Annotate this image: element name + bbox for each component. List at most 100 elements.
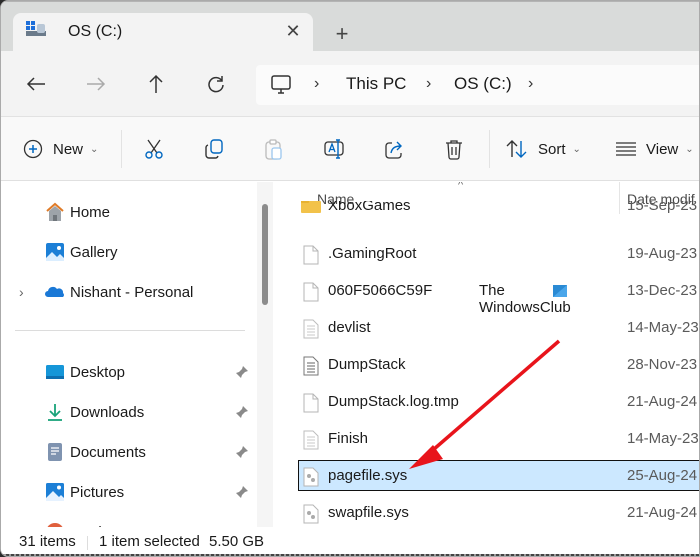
sidebar-item-label: Gallery [70, 243, 118, 261]
chevron-down-icon: ⌄ [572, 143, 581, 155]
status-bar: 31 items 1 item selected 5.50 GB [1, 527, 699, 556]
chevron-right-icon[interactable]: › [528, 75, 533, 93]
watermark-logo-icon [553, 285, 567, 297]
file-date: 21-Aug-24 [627, 504, 698, 521]
sidebar-item-label: Pictures [70, 483, 125, 501]
file-row-selected[interactable]: pagefile.sys 25-Aug-24 [273, 459, 699, 493]
sidebar-item-label: Nishant - Personal [70, 283, 194, 301]
file-name: .GamingRoot [328, 245, 417, 262]
copy-icon [205, 139, 223, 159]
toolbar-divider [121, 130, 122, 168]
file-icon [303, 282, 319, 302]
breadcrumb-this-pc[interactable]: This PC [346, 74, 406, 94]
file-row[interactable]: DumpStack 28-Nov-23 [273, 348, 699, 382]
sidebar-item-home[interactable]: Home [1, 195, 256, 229]
rename-button[interactable] [323, 133, 347, 165]
file-name: Finish [328, 430, 369, 447]
file-icon [303, 393, 319, 413]
navigation-pane: Home Gallery › Nishant - Personal Deskto… [1, 182, 273, 541]
file-date: 14-May-23 [627, 430, 699, 447]
file-row[interactable]: .GamingRoot 19-Aug-23 [273, 237, 699, 271]
chevron-right-icon[interactable]: › [314, 75, 319, 93]
file-row[interactable]: DumpStack.log.tmp 21-Aug-24 [273, 385, 699, 419]
sidebar-item-desktop[interactable]: Desktop [1, 355, 256, 389]
close-icon[interactable]: ✕ [281, 19, 305, 43]
file-row[interactable]: Finish 14-May-23 [273, 422, 699, 456]
pin-icon[interactable] [235, 485, 249, 499]
home-icon [46, 202, 64, 221]
rename-icon [324, 139, 344, 159]
refresh-icon [208, 76, 224, 93]
file-name: 060F5066C59F [328, 282, 433, 299]
list-view-icon [616, 142, 636, 156]
new-button[interactable]: New ⌄ [23, 133, 98, 165]
text-file-icon [303, 356, 319, 376]
copy-button[interactable] [203, 133, 225, 165]
file-name: DumpStack [328, 356, 406, 373]
delete-button[interactable] [443, 133, 465, 165]
pictures-icon [46, 483, 64, 501]
watermark-line-2: WindowsClub [479, 299, 571, 316]
sidebar-scrollbar-thumb[interactable] [262, 204, 268, 305]
tab-os-c[interactable]: OS (C:) ✕ [13, 13, 313, 53]
file-date: 25-Aug-24 [627, 467, 698, 484]
file-name: swapfile.sys [328, 504, 409, 521]
share-icon [385, 141, 402, 159]
up-button[interactable] [141, 69, 171, 99]
sort-icon [506, 140, 527, 158]
arrow-left-icon [26, 77, 45, 91]
back-button[interactable] [21, 69, 51, 99]
sidebar-item-onedrive[interactable]: › Nishant - Personal [1, 275, 256, 309]
pin-icon[interactable] [235, 365, 249, 379]
text-file-icon [303, 319, 319, 339]
breadcrumb-os-c[interactable]: OS (C:) [454, 74, 512, 94]
plus-circle-icon [23, 139, 43, 159]
file-name: pagefile.sys [328, 467, 408, 484]
onedrive-cloud-icon [45, 286, 64, 297]
chevron-right-icon[interactable]: › [19, 284, 24, 300]
tab-bar: OS (C:) ✕ + [1, 1, 699, 53]
sort-button[interactable]: Sort ⌄ [506, 133, 581, 165]
file-row[interactable]: swapfile.sys 21-Aug-24 [273, 496, 699, 527]
file-explorer-window: OS (C:) ✕ + › This PC › OS (C:) › New ⌄ … [0, 0, 700, 557]
gallery-icon [46, 243, 64, 261]
cut-button[interactable] [143, 133, 165, 165]
monitor-icon [271, 75, 291, 94]
chevron-right-icon[interactable]: › [426, 75, 431, 93]
pin-icon[interactable] [235, 445, 249, 459]
file-date: 13-Dec-23 [627, 282, 698, 299]
chevron-down-icon: ⌄ [90, 143, 99, 155]
delete-icon [446, 140, 462, 160]
file-name: devlist [328, 319, 371, 336]
plus-icon[interactable]: + [329, 21, 355, 47]
file-list: ^ Name Date modif XboxGames 15-Sep-23 .G… [273, 182, 699, 527]
file-date: 21-Aug-24 [627, 393, 698, 410]
selection-count: 1 item selected [99, 533, 200, 550]
sidebar-item-pictures[interactable]: Pictures [1, 475, 256, 509]
view-button[interactable]: View ⌄ [616, 133, 694, 165]
sidebar-divider [15, 330, 245, 331]
sidebar-item-documents[interactable]: Documents [1, 435, 256, 469]
new-label: New [53, 140, 84, 158]
item-count: 31 items [19, 533, 76, 550]
sidebar-item-downloads[interactable]: Downloads [1, 395, 256, 429]
sidebar-item-label: Home [70, 203, 111, 221]
tab-title: OS (C:) [68, 23, 123, 40]
file-row[interactable]: devlist 14-May-23 [273, 311, 699, 345]
chevron-down-icon: ⌄ [685, 143, 694, 155]
sort-label: Sort [538, 140, 566, 158]
drive-icon [26, 21, 46, 36]
file-row[interactable]: XboxGames 15-Sep-23 [273, 201, 699, 221]
share-button[interactable] [383, 133, 405, 165]
paste-button[interactable] [263, 133, 285, 165]
sidebar-item-label: Desktop [70, 363, 126, 381]
sort-ascending-icon: ^ [458, 182, 464, 191]
file-icon [303, 245, 319, 265]
sidebar-item-gallery[interactable]: Gallery [1, 235, 256, 269]
forward-button[interactable] [81, 69, 111, 99]
pin-icon[interactable] [235, 405, 249, 419]
command-bar: New ⌄ Sort ⌄ View ⌄ [1, 117, 699, 181]
address-bar[interactable]: › This PC › OS (C:) › [256, 65, 699, 105]
sidebar-item-label: Documents [70, 443, 146, 461]
refresh-button[interactable] [201, 69, 231, 99]
